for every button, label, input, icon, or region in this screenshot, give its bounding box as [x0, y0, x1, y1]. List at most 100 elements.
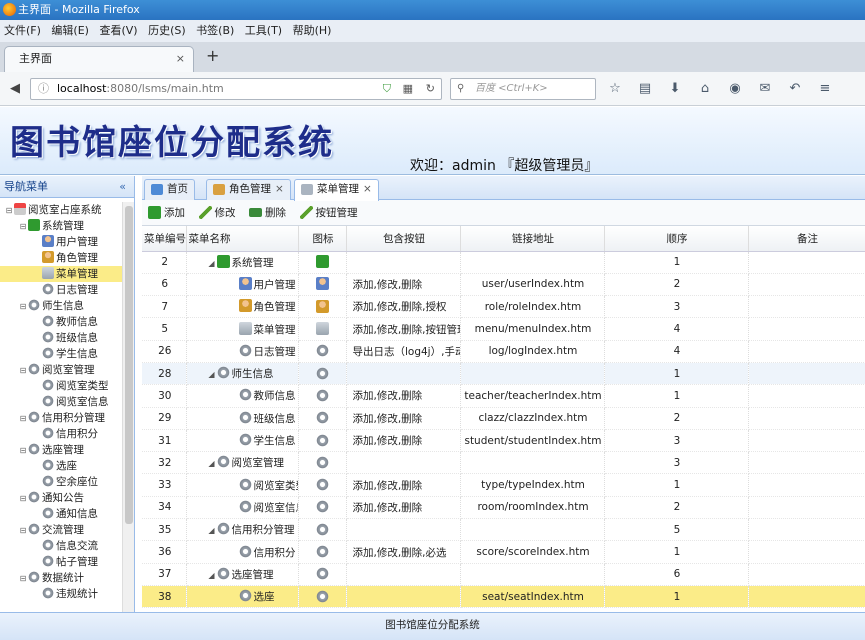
tree-node[interactable]: ⊟ 交流管理 — [0, 522, 122, 538]
menu-tools[interactable]: 工具(T) — [245, 24, 282, 37]
table-row[interactable]: 29 班级信息 添加,修改,删除 clazz/clazzIndex.htm 2 — [142, 407, 865, 430]
mail-icon[interactable]: ✉ — [754, 78, 776, 100]
column-header[interactable]: 菜单编号 — [142, 226, 187, 252]
tree-node[interactable]: ⊟ 阅览室占座系统 — [0, 202, 122, 218]
table-row[interactable]: 7 角色管理 添加,修改,删除,授权 role/roleIndex.htm 3 — [142, 295, 865, 319]
table-row[interactable]: 31 学生信息 添加,修改,删除 student/studentIndex.htm 3 — [142, 429, 865, 453]
edit-button[interactable]: 修改 — [198, 200, 236, 226]
tree-node[interactable]: 信息交流 — [0, 538, 122, 554]
tree-toggle-icon[interactable]: ⊟ — [18, 571, 28, 587]
cell-buttons: 导出日志（log4j）,手动 — [346, 340, 461, 363]
tree-node[interactable]: 阅览室类型 — [0, 378, 122, 394]
menu-icon[interactable]: ≡ — [814, 78, 836, 100]
shield-icon[interactable]: ⛉ — [383, 79, 391, 99]
close-icon[interactable]: × — [275, 183, 284, 195]
tree-toggle-icon[interactable]: ⊟ — [18, 363, 28, 379]
qr-code-icon[interactable]: ▦ — [403, 79, 413, 99]
tree-node[interactable]: 教师信息 — [0, 314, 122, 330]
expand-toggle-icon[interactable]: ◢ — [207, 459, 217, 468]
tree-node[interactable]: ⊟ 阅览室管理 — [0, 362, 122, 378]
delete-button[interactable]: 删除 — [249, 200, 286, 226]
table-row[interactable]: 35 ◢ 信用积分管理 5 — [142, 518, 865, 542]
tree-node[interactable]: 空余座位 — [0, 474, 122, 490]
undo-icon[interactable]: ↶ — [784, 78, 806, 100]
content-tab[interactable]: 角色管理 × — [206, 179, 291, 200]
search-input[interactable]: ⚲ 百度 <Ctrl+K> — [450, 78, 596, 100]
tree-node[interactable]: ⊟ 数据统计 — [0, 570, 122, 586]
column-header[interactable]: 图标 — [298, 226, 347, 252]
tree-node[interactable]: 信用积分 — [0, 426, 122, 442]
table-row[interactable]: 33 阅览室类型 添加,修改,删除type/typeIndex.htm1 — [142, 473, 865, 497]
close-tab-icon[interactable]: × — [176, 47, 185, 71]
table-row[interactable]: 6 用户管理 添加,修改,删除 user/userIndex.htm 2 — [142, 273, 865, 297]
content-tab[interactable]: 首页 — [144, 179, 195, 200]
add-button[interactable]: 添加 — [148, 200, 185, 226]
tree-toggle-icon[interactable]: ⊟ — [18, 491, 28, 507]
browser-tab-main[interactable]: 主界面 × — [4, 46, 194, 72]
menu-file[interactable]: 文件(F) — [4, 24, 41, 37]
tree-node[interactable]: ⊟ 通知公告 — [0, 490, 122, 506]
menu-help[interactable]: 帮助(H) — [293, 24, 332, 37]
menu-history[interactable]: 历史(S) — [148, 24, 186, 37]
close-icon[interactable]: × — [363, 183, 372, 195]
expand-toggle-icon[interactable]: ◢ — [207, 526, 217, 535]
tree-node[interactable]: ⊟ 师生信息 — [0, 298, 122, 314]
column-header[interactable]: 顺序 — [604, 226, 749, 252]
star-icon[interactable]: ☆ — [604, 78, 626, 100]
tree-node[interactable]: ⊟ 信用积分管理 — [0, 410, 122, 426]
content-tab[interactable]: 菜单管理 × — [294, 179, 379, 201]
new-tab-button[interactable]: + — [206, 46, 219, 65]
tree-toggle-icon[interactable]: ⊟ — [4, 203, 14, 219]
pocket-icon[interactable]: ◉ — [724, 78, 746, 100]
tree-node[interactable]: 角色管理 — [0, 250, 122, 266]
expand-toggle-icon[interactable]: ◢ — [207, 370, 217, 379]
table-row[interactable]: 26 日志管理 导出日志（log4j）,手动 log/logIndex.htm 4 — [142, 340, 865, 363]
tree-node[interactable]: 班级信息 — [0, 330, 122, 346]
download-icon[interactable]: ⬇ — [664, 78, 686, 100]
expand-toggle-icon[interactable]: ◢ — [207, 571, 217, 580]
table-row[interactable]: 37 ◢ 选座管理 6 — [142, 563, 865, 586]
tree-node[interactable]: 用户管理 — [0, 234, 122, 250]
column-header[interactable]: 链接地址 — [460, 226, 605, 252]
tree-node[interactable]: 阅览室信息 — [0, 394, 122, 410]
column-header[interactable]: 包含按钮 — [346, 226, 461, 252]
tree-node[interactable]: 菜单管理 — [0, 266, 122, 282]
tree-toggle-icon[interactable]: ⊟ — [18, 219, 28, 235]
table-row[interactable]: 2 ◢ 系统管理 1 — [142, 251, 865, 274]
table-row[interactable]: 38 选座 seat/seatIndex.htm 1 — [142, 585, 865, 609]
table-row[interactable]: 32 ◢ 阅览室管理 3 — [142, 451, 865, 475]
table-row[interactable]: 34 阅览室信息 添加,修改,删除room/roomIndex.htm2 — [142, 496, 865, 520]
tree-node[interactable]: 帖子管理 — [0, 554, 122, 570]
table-row[interactable]: 30 教师信息 添加,修改,删除 teacher/teacherIndex.htm 1 — [142, 384, 865, 408]
tree-node[interactable]: 日志管理 — [0, 282, 122, 298]
tree-node[interactable]: 选座 — [0, 458, 122, 474]
menu-edit[interactable]: 编辑(E) — [51, 24, 89, 37]
table-row[interactable]: 5 菜单管理 添加,修改,删除,按钮管理 menu/menuIndex.htm 4 — [142, 317, 865, 341]
menu-view[interactable]: 查看(V) — [99, 24, 137, 37]
tree-toggle-icon[interactable]: ⊟ — [18, 523, 28, 539]
tree-node[interactable]: ⊟ 系统管理 — [0, 218, 122, 234]
column-header[interactable]: 菜单名称 — [186, 226, 299, 252]
reader-icon[interactable]: ▤ — [634, 78, 656, 100]
tree-node[interactable]: ⊟ 选座管理 — [0, 442, 122, 458]
info-icon[interactable]: ⓘ — [38, 79, 49, 99]
reload-icon[interactable]: ↻ — [426, 79, 435, 99]
url-bar[interactable]: ⓘ localhost:8080/lsms/main.htm ⛉ ▦ ↻ — [30, 78, 442, 100]
column-header[interactable]: 备注 — [748, 226, 865, 252]
expand-toggle-icon[interactable]: ◢ — [207, 259, 217, 268]
tree-toggle-icon[interactable]: ⊟ — [18, 443, 28, 459]
tree-node[interactable]: 学生信息 — [0, 346, 122, 362]
menu-bookmarks[interactable]: 书签(B) — [196, 24, 234, 37]
tree-node[interactable]: 通知信息 — [0, 506, 122, 522]
table-row[interactable]: 36 信用积分 添加,修改,删除,必选 score/scoreIndex.htm 1 — [142, 540, 865, 564]
sidebar-scrollbar[interactable] — [122, 202, 134, 612]
collapse-icon[interactable]: « — [119, 176, 126, 198]
table-row[interactable]: 28 ◢ 师生信息 1 — [142, 362, 865, 386]
scrollbar-thumb[interactable] — [125, 206, 133, 524]
tree-node[interactable]: 违规统计 — [0, 586, 122, 602]
tree-toggle-icon[interactable]: ⊟ — [18, 411, 28, 427]
back-arrow-icon[interactable]: ◀ — [4, 78, 26, 100]
button-manage-button[interactable]: 按钮管理 — [299, 200, 358, 226]
tree-toggle-icon[interactable]: ⊟ — [18, 299, 28, 315]
home-icon[interactable]: ⌂ — [694, 78, 716, 100]
